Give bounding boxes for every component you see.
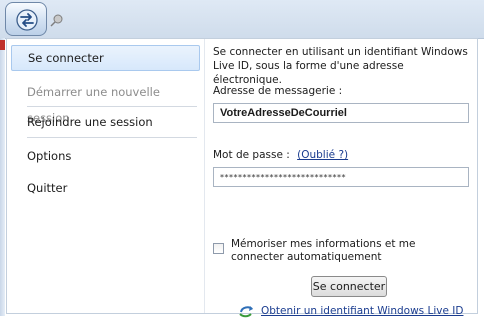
app-menu-panel: Se connecter Démarrer une nouvelle sessi… xyxy=(6,38,478,318)
forgot-password-link[interactable]: (Oublié ?) xyxy=(297,149,348,161)
get-live-id-link-text[interactable]: Obtenir un identifiant Windows Live ID xyxy=(261,305,463,317)
get-live-id-link[interactable]: Obtenir un identifiant Windows Live ID xyxy=(261,305,463,317)
menu-commands: Se connecter Démarrer une nouvelle sessi… xyxy=(7,39,205,313)
remember-label: Mémoriser mes informations et me connect… xyxy=(231,238,416,263)
menu-item-start-session[interactable]: Démarrer une nouvelle session xyxy=(11,79,200,125)
email-field[interactable]: VotreAdresseDeCourriel xyxy=(213,103,469,123)
remember-checkbox[interactable] xyxy=(213,243,224,254)
signin-panel: Se connecter en utilisant un identifiant… xyxy=(205,39,477,318)
pin-icon[interactable] xyxy=(50,13,64,27)
menu-item-quit[interactable]: Quitter xyxy=(11,175,200,201)
menu-separator xyxy=(27,106,197,107)
email-label: Adresse de messagerie : xyxy=(213,85,343,97)
arrows-swap-icon xyxy=(16,9,38,31)
password-label: Mot de passe : xyxy=(213,149,290,161)
window-edge xyxy=(0,38,5,316)
app-menu-button[interactable] xyxy=(5,2,47,36)
signin-description: Se connecter en utilisant un identifiant… xyxy=(213,46,468,86)
password-field[interactable]: **************************** xyxy=(213,167,469,187)
menu-item-join-session[interactable]: Rejoindre une session xyxy=(11,109,200,135)
ribbon-bar xyxy=(0,0,484,39)
password-label-row: Mot de passe : (Oublié ?) xyxy=(213,149,348,161)
menu-item-sign-in[interactable]: Se connecter xyxy=(11,45,200,71)
sign-in-button[interactable]: Se connecter xyxy=(311,276,387,297)
menu-separator xyxy=(27,137,197,138)
window-edge-marker xyxy=(0,40,5,50)
menu-item-options[interactable]: Options xyxy=(11,143,200,169)
